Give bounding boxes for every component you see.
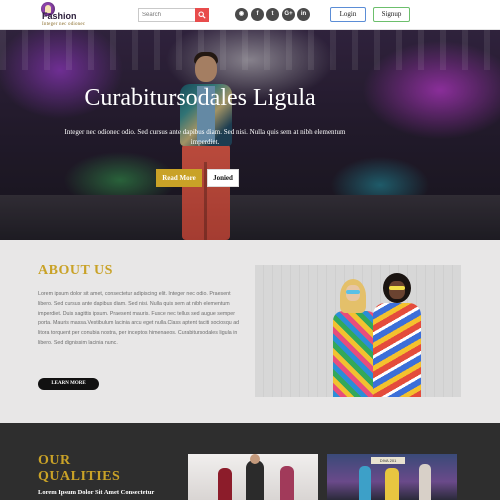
- photo-person-2-body: [373, 303, 421, 397]
- top-navbar: Fashion Integer nec odionec ◉ f t G+ in …: [0, 0, 500, 30]
- qualities-subtitle: Lorem Ipsum Dolor Sit Amet Consectetur: [38, 489, 155, 496]
- linkedin-icon[interactable]: in: [297, 8, 310, 21]
- rss-icon[interactable]: ◉: [235, 8, 248, 21]
- photo-figure: [280, 466, 294, 500]
- photo-person-2-face: [389, 281, 405, 299]
- photo-figure-head: [250, 454, 260, 464]
- read-more-button[interactable]: Read More: [156, 169, 202, 187]
- signup-button[interactable]: Signup: [373, 7, 410, 22]
- search-button[interactable]: [195, 8, 209, 22]
- qualities-title-line2: QUALITIES: [38, 469, 121, 484]
- logo-title: Fashion: [42, 11, 77, 21]
- qualities-title-line1: OUR: [38, 453, 71, 468]
- search-bar: [138, 8, 209, 22]
- qualities-photo-2: DIVA 201: [327, 454, 457, 500]
- about-text: Lorem ipsum dolor sit amet, consectetur …: [38, 291, 240, 346]
- facebook-icon[interactable]: f: [251, 8, 264, 21]
- logo-tagline: Integer nec odionec: [42, 22, 86, 27]
- joined-button[interactable]: Jonied: [207, 169, 239, 187]
- photo-figure: [385, 468, 399, 500]
- photo-figure: [218, 468, 232, 500]
- search-icon: [198, 11, 206, 19]
- photo-person-1-body: [333, 311, 377, 397]
- about-section: ABOUT US Lorem ipsum dolor sit amet, con…: [0, 240, 500, 423]
- learn-more-button[interactable]: LEARN MORE: [38, 378, 99, 390]
- google-plus-icon[interactable]: G+: [282, 8, 295, 21]
- photo-banner: DIVA 201: [371, 457, 405, 464]
- hero-banner: Curabitursodales Ligula Integer nec odio…: [0, 30, 500, 240]
- search-input[interactable]: [138, 8, 195, 22]
- photo-person-2-sunglasses: [389, 286, 405, 290]
- qualities-section: OUR QUALITIES Lorem Ipsum Dolor Sit Amet…: [0, 423, 500, 500]
- brand-logo[interactable]: Fashion Integer nec odionec: [38, 2, 92, 30]
- photo-figure: [359, 466, 371, 500]
- photo-figure: [419, 464, 431, 500]
- about-photo: [255, 265, 461, 397]
- login-button[interactable]: Login: [330, 7, 366, 22]
- hero-title: Curabitursodales Ligula: [84, 85, 316, 111]
- photo-figure: [246, 460, 264, 500]
- qualities-photo-1: [188, 454, 318, 500]
- twitter-icon[interactable]: t: [266, 8, 279, 21]
- hero-subtitle: Integer nec odionec odio. Sed cursus ant…: [64, 128, 346, 146]
- page: Fashion Integer nec odionec ◉ f t G+ in …: [0, 0, 500, 500]
- photo-person-1-sunglasses: [346, 290, 360, 294]
- about-title: ABOUT US: [38, 263, 113, 278]
